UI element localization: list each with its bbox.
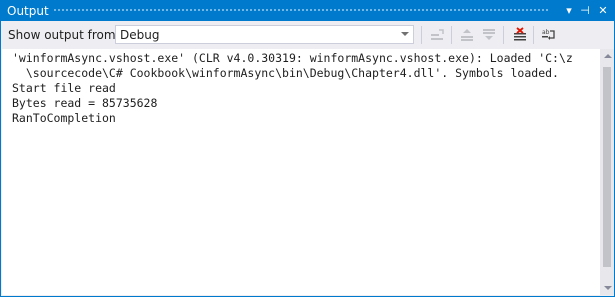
output-text-area[interactable]: 'winformAsync.vshost.exe' (CLR v4.0.3031… [2, 49, 600, 295]
output-line: RanToCompletion [12, 111, 116, 125]
find-message-in-code-icon[interactable] [429, 27, 445, 43]
vertical-scrollbar[interactable] [600, 49, 614, 295]
toolbar-separator [421, 26, 422, 44]
title-bar[interactable]: Output ▾ ⊣ ✕ [1, 1, 614, 21]
output-line: \sourcecode\C# Cookbook\winformAsync\bin… [12, 66, 559, 80]
chevron-down-icon [401, 32, 409, 36]
toggle-word-wrap-icon[interactable]: ab [541, 27, 557, 43]
output-line: Start file read [12, 81, 116, 95]
window-title: Output [7, 4, 49, 18]
toolbar-separator [503, 26, 504, 44]
toolbar-separator [451, 26, 452, 44]
output-toolbar: Show output from: Debug ab [1, 21, 614, 49]
clear-all-icon[interactable] [512, 27, 528, 43]
close-icon[interactable]: ✕ [595, 3, 611, 19]
toolbar-separator [533, 26, 534, 44]
go-to-previous-message-icon[interactable] [459, 27, 475, 43]
output-line: 'winformAsync.vshost.exe' (CLR v4.0.3031… [12, 51, 573, 65]
window-menu-icon[interactable]: ▾ [561, 3, 577, 19]
scrollbar-thumb[interactable] [603, 67, 611, 267]
show-output-label: Show output from: [8, 28, 120, 42]
output-line: Bytes read = 85735628 [12, 96, 158, 110]
go-to-next-message-icon[interactable] [481, 27, 497, 43]
pin-icon[interactable]: ⊣ [577, 3, 593, 19]
output-source-dropdown[interactable]: Debug [115, 25, 414, 44]
svg-text:ab: ab [542, 29, 550, 36]
output-window: Output ▾ ⊣ ✕ Show output from: Debug ab … [0, 0, 615, 297]
scroll-up-icon[interactable] [604, 54, 612, 58]
scroll-down-icon[interactable] [604, 286, 612, 290]
drag-grip[interactable] [53, 8, 550, 13]
output-source-value: Debug [120, 28, 160, 42]
